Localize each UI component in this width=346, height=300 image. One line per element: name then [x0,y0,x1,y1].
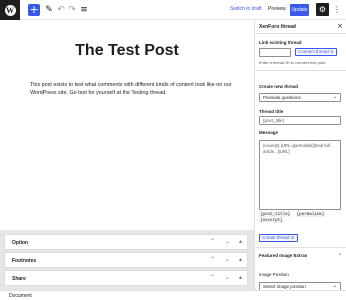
post-title[interactable]: The Test Post [0,42,254,60]
more-options-icon[interactable]: ⋮ [333,4,341,16]
move-down-icon[interactable]: ⌄ [225,256,230,263]
metabox-share[interactable]: Share ⌃ ⌄ ▴ [4,270,248,286]
connect-thread-label: Connect thread [298,49,329,54]
settings-gear-icon[interactable]: ⚙ [316,3,329,16]
thread-id-hint: Enter a thread ID to connect this post. [259,60,327,65]
thread-title-input[interactable]: {post_title} [259,116,341,125]
forum-select[interactable]: Pinesale questions ⌄ [259,93,341,102]
metabox-area: Option ⌃ ⌄ ▴ Footnotes ⌃ ⌄ ▴ Share ⌃ ⌄ ▴ [0,230,254,292]
breadcrumb[interactable]: Document [9,293,32,299]
editor-toolbar: W + ✎ ↶ ↷ ≡ Switch to draft Preview Upda… [0,0,346,20]
image-position-value: Select image position [263,284,306,289]
redo-icon[interactable]: ↷ [67,4,77,16]
switch-to-draft-button[interactable]: Switch to draft [230,6,262,12]
toggle-panel-icon[interactable]: ▴ [239,256,242,263]
tag-post-title: {post_title} [259,213,292,217]
divider [255,70,346,71]
move-up-icon[interactable]: ⌃ [210,274,215,281]
link-icon: ⊘ [290,235,295,240]
chevron-down-icon: ⌄ [332,94,337,100]
sidebar-title: XenForo thread [259,24,296,30]
link-icon: ⊘ [330,49,334,54]
close-icon[interactable]: × [337,22,343,30]
metabox-label: Footnotes [12,258,37,264]
create-thread-label: Create new thread [259,84,299,89]
image-position-label: Image Position [259,272,289,277]
move-down-icon[interactable]: ⌄ [225,274,230,281]
preview-button[interactable]: Preview [268,6,286,12]
message-label: Message [259,130,279,135]
settings-sidebar: XenForo thread × Link existing thread Co… [254,20,346,290]
divider [255,247,346,248]
create-thread-label: Create thread [262,235,290,240]
connect-thread-button[interactable]: Connect thread ⊘ [295,48,337,56]
document-overview-icon[interactable]: ≡ [79,4,89,16]
metabox-label: Share [12,276,26,282]
metabox-option[interactable]: Option ⌃ ⌄ ▴ [4,234,248,250]
tag-permalink: {permalink} [295,213,326,217]
move-up-icon[interactable]: ⌃ [210,256,215,263]
featured-image-extras-heading[interactable]: Featured Image Extras [259,253,319,259]
forum-select-value: Pinesale questions [263,95,301,100]
chevron-down-icon: ⌄ [332,283,337,289]
image-position-select[interactable]: Select image position ⌄ [259,282,341,290]
link-thread-label: Link existing thread [259,40,302,45]
toggle-panel-icon[interactable]: ▴ [239,274,242,281]
wordpress-icon: W [4,4,16,16]
move-up-icon[interactable]: ⌃ [210,238,215,245]
thread-id-input[interactable] [259,48,291,57]
placeholder-tags: {post_title} {permalink} {excerpt} [259,212,341,224]
move-down-icon[interactable]: ⌄ [225,238,230,245]
chevron-up-icon[interactable]: ⌃ [338,253,342,259]
wordpress-logo-button[interactable]: W [0,0,20,20]
sidebar-header: XenForo thread × [255,20,346,34]
post-paragraph[interactable]: This post exists to test what comments w… [30,81,244,97]
create-thread-button[interactable]: Create thread ⊘ [259,234,298,242]
metabox-label: Option [12,240,29,246]
editor-footer: Document [0,290,346,300]
toggle-panel-icon[interactable]: ▴ [239,238,242,245]
undo-icon[interactable]: ↶ [56,4,66,16]
pen-tool-icon[interactable]: ✎ [44,4,54,16]
metabox-footnotes[interactable]: Footnotes ⌃ ⌄ ▴ [4,252,248,268]
tag-excerpt: {excerpt} [259,219,284,223]
update-button[interactable]: Update [290,4,309,16]
add-block-button[interactable]: + [28,4,40,16]
message-textarea[interactable]: {excerpt} [URL={permalink}]read full art… [259,140,341,210]
thread-title-label: Thread title [259,109,284,114]
